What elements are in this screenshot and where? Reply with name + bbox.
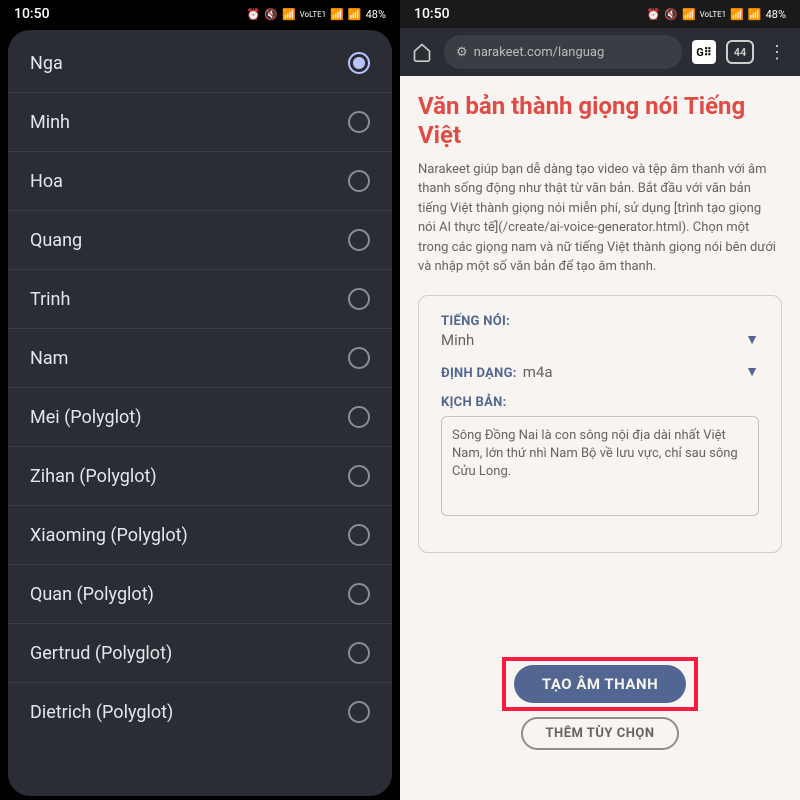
voice-option-label: Xiaoming (Polyglot) — [30, 525, 188, 546]
voice-option-label: Dietrich (Polyglot) — [30, 702, 173, 723]
voice-picker-panel: Nga Minh Hoa Quang Trinh Nam Mei (Polyglot) Zih… — [8, 30, 392, 796]
voice-picker-screen: 10:50 ⏰ 🔇 📶 VoLTE1 📶 📶 48% Nga Minh Hoa Qua… — [0, 0, 400, 800]
voice-option-label: Nga — [30, 53, 63, 74]
voice-option[interactable]: Mei (Polyglot) — [8, 388, 392, 447]
radio-icon — [348, 170, 370, 192]
translate-icon[interactable]: G⠿ — [692, 40, 716, 64]
voice-option[interactable]: Nam — [8, 329, 392, 388]
status-bar: 10:50 ⏰ 🔇 📶 VoLTE1 📶 📶 48% — [0, 0, 400, 28]
tts-form-card: TIẾNG NÓI: Minh ▼ ĐỊNH DẠNG: m4a ▼ KỊCH … — [418, 295, 782, 553]
overflow-menu-icon[interactable]: ⋮ — [764, 42, 790, 63]
status-indicators: ⏰ 🔇 📶 VoLTE1 📶 📶 48% — [647, 8, 786, 21]
voice-option[interactable]: Xiaoming (Polyglot) — [8, 506, 392, 565]
page-title: Văn bản thành giọng nói Tiếng Việt — [418, 92, 782, 150]
radio-icon — [348, 465, 370, 487]
mute-icon: 🔇 — [664, 8, 678, 21]
status-time: 10:50 — [414, 6, 450, 22]
volte-label: VoLTE1 — [700, 10, 727, 19]
alarm-icon: ⏰ — [247, 8, 261, 21]
url-bar[interactable]: ⚙ narakeet.com/languag — [444, 35, 682, 69]
radio-icon — [348, 347, 370, 369]
radio-icon — [348, 288, 370, 310]
signal-icon-2: 📶 — [748, 8, 762, 21]
voice-option-label: Zihan (Polyglot) — [30, 466, 157, 487]
format-value: m4a — [523, 363, 553, 381]
url-text: narakeet.com/languag — [474, 45, 605, 60]
voice-option-label: Mei (Polyglot) — [30, 407, 141, 428]
voice-option[interactable]: Dietrich (Polyglot) — [8, 683, 392, 741]
voice-option[interactable]: Quang — [8, 211, 392, 270]
radio-icon — [348, 524, 370, 546]
button-area: TẠO ÂM THANH THÊM TÙY CHỌN — [400, 657, 800, 750]
browser-toolbar: ⚙ narakeet.com/languag G⠿ 44 ⋮ — [400, 28, 800, 76]
voice-option-label: Gertrud (Polyglot) — [30, 643, 172, 664]
highlight-annotation: TẠO ÂM THANH — [502, 657, 698, 711]
status-bar: 10:50 ⏰ 🔇 📶 VoLTE1 📶 📶 48% — [400, 0, 800, 28]
voice-label: TIẾNG NÓI: — [441, 314, 759, 329]
more-options-button[interactable]: THÊM TÙY CHỌN — [521, 717, 678, 750]
radio-icon — [348, 642, 370, 664]
voice-option[interactable]: Gertrud (Polyglot) — [8, 624, 392, 683]
alarm-icon: ⏰ — [647, 8, 661, 21]
voice-option[interactable]: Zihan (Polyglot) — [8, 447, 392, 506]
radio-icon — [348, 52, 370, 74]
voice-option[interactable]: Trinh — [8, 270, 392, 329]
wifi-icon: 📶 — [682, 8, 696, 21]
chevron-down-icon: ▼ — [745, 331, 759, 348]
battery-label: 48% — [766, 8, 786, 21]
chevron-down-icon: ▼ — [745, 363, 759, 380]
script-label: KỊCH BẢN: — [441, 395, 759, 410]
status-indicators: ⏰ 🔇 📶 VoLTE1 📶 📶 48% — [247, 8, 386, 21]
format-select-row[interactable]: ĐỊNH DẠNG: m4a ▼ — [441, 363, 759, 381]
site-settings-icon: ⚙ — [456, 45, 468, 60]
voice-option-label: Hoa — [30, 171, 63, 192]
signal-icon: 📶 — [330, 8, 344, 21]
mute-icon: 🔇 — [264, 8, 278, 21]
format-label: ĐỊNH DẠNG: — [441, 366, 517, 381]
signal-icon-2: 📶 — [348, 8, 362, 21]
page-content: Văn bản thành giọng nói Tiếng Việt Narak… — [400, 76, 800, 800]
radio-icon — [348, 701, 370, 723]
voice-option-label: Nam — [30, 348, 68, 369]
script-row: KỊCH BẢN: — [441, 395, 759, 520]
voice-option[interactable]: Quan (Polyglot) — [8, 565, 392, 624]
radio-icon — [348, 111, 370, 133]
voice-option-label: Trinh — [30, 289, 70, 310]
voice-option[interactable]: Hoa — [8, 152, 392, 211]
voice-select-row[interactable]: TIẾNG NÓI: Minh ▼ — [441, 314, 759, 349]
voice-option-label: Quang — [30, 230, 82, 251]
radio-icon — [348, 406, 370, 428]
voice-option[interactable]: Nga — [8, 34, 392, 93]
voice-option-label: Minh — [30, 112, 70, 133]
status-time: 10:50 — [14, 6, 50, 22]
wifi-icon: 📶 — [282, 8, 296, 21]
radio-icon — [348, 583, 370, 605]
home-icon[interactable] — [410, 40, 434, 64]
tab-count-button[interactable]: 44 — [726, 40, 754, 64]
radio-icon — [348, 229, 370, 251]
signal-icon: 📶 — [730, 8, 744, 21]
script-textarea[interactable] — [441, 416, 759, 516]
voice-option-label: Quan (Polyglot) — [30, 584, 154, 605]
browser-screen: 10:50 ⏰ 🔇 📶 VoLTE1 📶 📶 48% ⚙ narakeet.co… — [400, 0, 800, 800]
volte-label: VoLTE1 — [300, 10, 327, 19]
page-description: Narakeet giúp bạn dễ dàng tạo video và t… — [418, 160, 782, 277]
create-audio-button[interactable]: TẠO ÂM THANH — [514, 665, 686, 703]
battery-label: 48% — [366, 8, 386, 21]
voice-option[interactable]: Minh — [8, 93, 392, 152]
voice-value: Minh — [441, 331, 474, 349]
